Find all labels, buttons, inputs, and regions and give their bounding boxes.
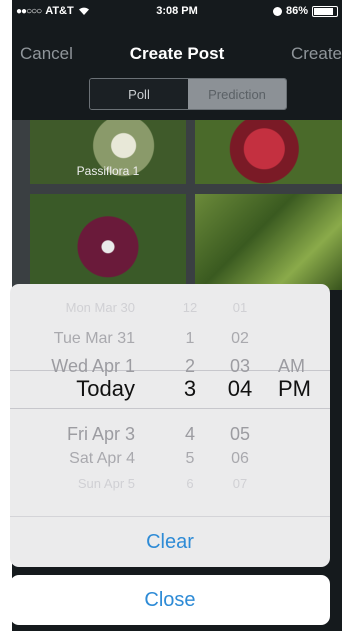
minute-option[interactable]: 04 [220,376,260,402]
action-sheet: Mon Mar 30 Tue Mar 31 Wed Apr 1 Today Fri Ap… [10,284,330,567]
photo-tile[interactable] [30,194,186,290]
minute-option[interactable]: 07 [220,476,260,491]
photo-tile[interactable] [195,120,342,184]
date-time-picker[interactable]: Mon Mar 30 Tue Mar 31 Wed Apr 1 Today Fri Ap… [10,290,330,498]
hour-option[interactable]: 6 [175,476,205,491]
photo-tile[interactable]: Passiflora 1 [30,120,186,184]
date-option[interactable]: Fri Apr 3 [67,424,135,445]
hour-option[interactable]: 2 [175,356,205,377]
minute-option[interactable]: 03 [220,356,260,377]
create-button[interactable]: Create [291,44,342,64]
close-button[interactable]: Close [10,575,330,625]
hour-option[interactable]: 5 [175,450,205,468]
hour-option[interactable]: 1 [175,330,205,348]
minute-option[interactable]: 05 [220,424,260,445]
hour-option[interactable]: 3 [175,376,205,402]
post-type-segmented-control: Poll Prediction [89,78,287,110]
navigation-bar: Cancel Create Post Create [12,36,342,72]
ampm-option[interactable]: PM [278,376,311,402]
photo-caption: Passiflora 1 [76,164,140,178]
battery-percent: 86% [285,5,308,17]
segment-prediction[interactable]: Prediction [188,79,286,109]
date-option[interactable]: Tue Mar 31 [54,330,135,348]
status-right: 86% [272,5,338,17]
minute-option[interactable]: 06 [220,450,260,468]
alarm-icon [272,6,282,16]
battery-icon [312,5,338,17]
date-option[interactable]: Sat Apr 4 [69,450,135,468]
minute-option[interactable]: 01 [220,300,260,315]
status-bar: ●●○○○ AT&T 3:08 PM 86% [12,0,342,22]
photo-grid: Passiflora 1 [12,120,342,290]
date-option[interactable]: Today [76,376,135,402]
date-option[interactable]: Mon Mar 30 [66,300,135,315]
minute-option[interactable]: 02 [220,330,260,348]
photo-tile[interactable] [195,194,342,290]
date-option[interactable]: Wed Apr 1 [51,356,135,377]
clear-button[interactable]: Clear [10,516,330,567]
date-option[interactable]: Sun Apr 5 [78,476,135,491]
segment-poll[interactable]: Poll [90,79,188,109]
ampm-option[interactable]: AM [278,356,305,377]
hour-option[interactable]: 4 [175,424,205,445]
selection-line-bottom [10,408,330,409]
hour-option[interactable]: 12 [175,300,205,315]
